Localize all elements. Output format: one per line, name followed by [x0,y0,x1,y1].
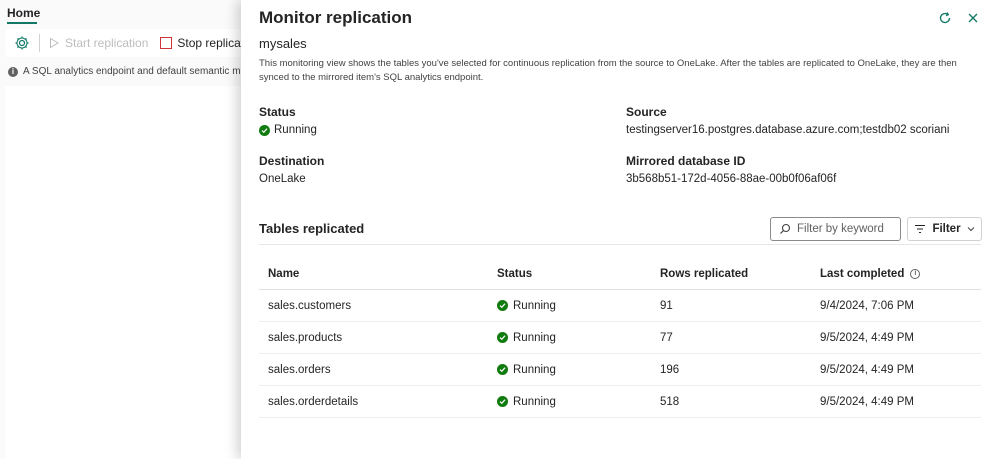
chevron-down-icon [967,227,974,232]
table-cell-status: Running [497,396,660,408]
source-value: testingserver16.postgres.database.azure.… [626,124,950,136]
filter-button-label: Filter [932,223,961,235]
table-cell-last-completed: 9/4/2024, 7:06 PM [820,299,914,312]
filter-button[interactable]: Filter [907,217,982,241]
table-cell-status-text: Running [513,363,556,376]
info-icon[interactable]: i [910,268,921,279]
mirrored-db-value: 3b568b51-172d-4056-88ae-00b0f06af06f [626,173,837,185]
table-cell-last-completed: 9/5/2024, 4:49 PM [820,395,914,408]
table-cell-name: sales.customers [268,299,352,312]
column-header-last-completed[interactable]: Last completed i [820,268,981,280]
info-banner: i A SQL analytics endpoint and default s… [8,66,269,77]
check-circle-icon [497,364,508,375]
table-cell-status: Running [497,364,660,376]
table-cell-status-text: Running [513,299,556,312]
destination-label: Destination [259,154,325,168]
tables-replicated-table: Name Status Rows replicated Last complet… [259,258,981,418]
table-row: sales.customers Running 91 9/4/2024, 7:0… [259,290,981,322]
info-banner-text: A SQL analytics endpoint and default sem… [23,66,270,77]
table-header: Name Status Rows replicated Last complet… [259,258,981,290]
status-label: Status [259,105,296,119]
filter-input[interactable] [797,223,892,235]
column-header-name[interactable]: Name [259,268,497,280]
check-circle-icon [497,300,508,311]
section-divider [259,244,981,245]
table-cell-status: Running [497,300,660,312]
filter-icon [915,224,926,234]
status-value: Running [259,124,317,136]
database-name: mysales [259,36,307,51]
mirrored-db-label: Mirrored database ID [626,154,746,168]
panel-title: Monitor replication [259,8,412,27]
table-cell-last-completed: 9/5/2024, 4:49 PM [820,331,914,344]
start-replication-label: Start replication [65,36,149,50]
panel-actions [937,10,981,26]
table-cell-rows: 91 [660,299,673,312]
stop-icon [160,37,173,49]
filter-search-box[interactable] [770,217,901,241]
table-cell-name: sales.orderdetails [268,395,359,408]
toolbar-divider [39,34,40,52]
tab-home[interactable]: Home [7,6,40,20]
destination-value: OneLake [259,173,306,185]
table-row: sales.orders Running 196 9/5/2024, 4:49 … [259,354,981,386]
table-cell-name: sales.orders [268,363,331,376]
table-cell-status: Running [497,332,660,344]
info-icon: i [8,66,18,77]
play-icon [50,37,59,49]
close-icon[interactable] [965,10,981,26]
table-cell-last-completed: 9/5/2024, 4:49 PM [820,363,914,376]
monitor-replication-panel: Monitor replication mysales This monitor… [241,0,999,459]
settings-icon[interactable] [11,32,33,54]
tables-replicated-heading: Tables replicated [259,221,365,236]
search-icon [780,223,791,234]
tab-home-underline [7,22,37,24]
column-header-last-completed-label: Last completed [820,267,905,280]
start-replication-button[interactable]: Start replication [48,36,148,50]
column-header-rows[interactable]: Rows replicated [660,268,820,280]
column-header-status[interactable]: Status [497,268,660,280]
table-cell-rows: 77 [660,331,673,344]
source-label: Source [626,105,667,119]
refresh-icon[interactable] [937,10,953,26]
table-row: sales.products Running 77 9/5/2024, 4:49… [259,322,981,354]
status-value-text: Running [274,124,317,136]
background-content-area [5,86,245,459]
table-cell-name: sales.products [268,331,343,344]
table-cell-status-text: Running [513,331,556,344]
check-circle-icon [497,332,508,343]
table-cell-status-text: Running [513,395,556,408]
check-circle-icon [497,396,508,407]
check-circle-icon [259,124,270,136]
table-row: sales.orderdetails Running 518 9/5/2024,… [259,386,981,418]
table-cell-rows: 196 [660,363,680,376]
panel-description: This monitoring view shows the tables yo… [259,58,957,83]
table-cell-rows: 518 [660,395,680,408]
